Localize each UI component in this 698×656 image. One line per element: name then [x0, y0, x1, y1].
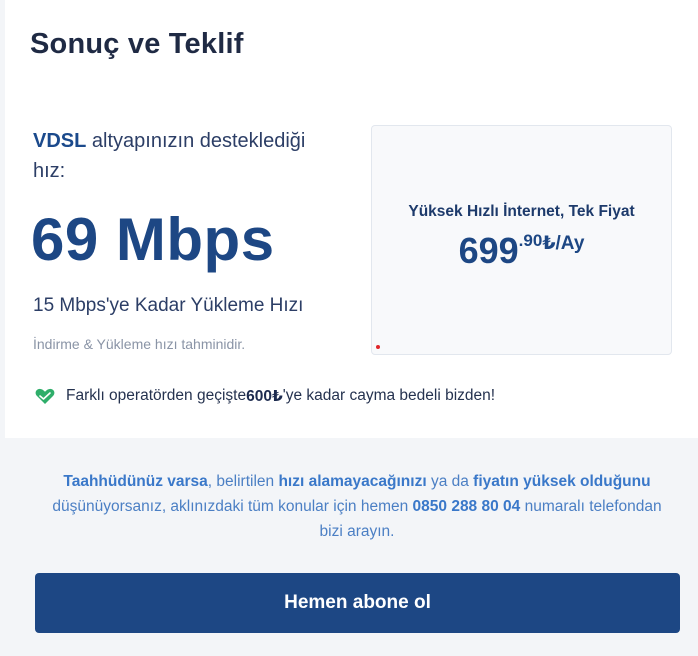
- subscribe-button[interactable]: Hemen abone ol: [35, 573, 680, 633]
- notice-bold-3: hızı alamayacağınızı: [278, 473, 427, 490]
- infrastructure-text: VDSL altyapınızın desteklediği hız:: [33, 126, 333, 186]
- heart-hands-icon: [35, 388, 55, 404]
- estimate-note: İndirme & Yükleme hızı tahminidir.: [33, 336, 246, 352]
- notice-bold-5: fiyatın yüksek olduğunu: [473, 473, 651, 490]
- offer-price: 699.90₺/Ay: [372, 230, 671, 272]
- promo-text-after: 'ye kadar cayma bedeli bizden!: [282, 387, 496, 404]
- price-main: 699: [458, 230, 519, 271]
- download-speed: 69 Mbps: [31, 206, 275, 273]
- upload-speed: 15 Mbps'ye Kadar Yükleme Hızı: [33, 295, 304, 316]
- phone-number-link[interactable]: 0850 288 80 04: [413, 498, 521, 515]
- price-cents: .90: [518, 231, 543, 250]
- promo-line: Farklı operatörden geçişte 600₺'ye kadar…: [35, 386, 495, 406]
- red-dot-marker: [376, 345, 380, 349]
- price-unit: ₺/Ay: [542, 233, 585, 254]
- page-title: Sonuç ve Teklif: [30, 28, 244, 60]
- notice-text-2: , belirtilen: [207, 473, 279, 490]
- promo-text-before: Farklı operatörden geçişte: [66, 387, 247, 404]
- promo-amount: 600₺: [246, 387, 283, 405]
- infrastructure-type: VDSL: [33, 130, 87, 152]
- contact-notice: Taahhüdünüz varsa, belirtilen hızı alama…: [40, 469, 674, 544]
- notice-text-4: ya da: [426, 473, 474, 490]
- notice-text-6: düşünüyorsanız, aklınızdaki tüm konular …: [52, 498, 413, 515]
- notice-bold-1: Taahhüdünüz varsa: [63, 473, 208, 490]
- offer-title: Yüksek Hızlı İnternet, Tek Fiyat: [408, 203, 635, 220]
- offer-box: Yüksek Hızlı İnternet, Tek Fiyat 699.90₺…: [371, 125, 672, 355]
